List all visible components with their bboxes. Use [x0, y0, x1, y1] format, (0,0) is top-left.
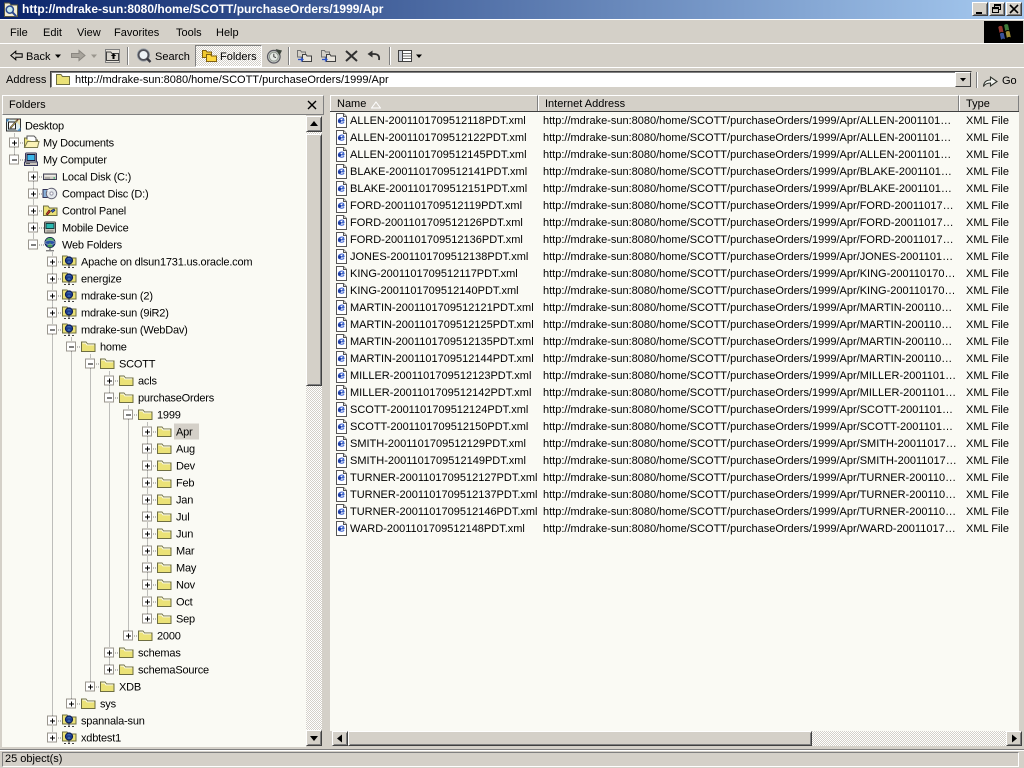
svg-text:Aug: Aug	[176, 444, 195, 456]
svg-text:My Documents: My Documents	[43, 138, 115, 150]
svg-text:Sep: Sep	[176, 614, 195, 626]
svg-text:mdrake-sun (WebDav): mdrake-sun (WebDav)	[81, 325, 188, 337]
svg-text:Mar: Mar	[176, 546, 195, 558]
svg-text:Jul: Jul	[176, 512, 189, 524]
svg-text:Web Folders: Web Folders	[62, 240, 123, 252]
svg-text:Apache on dlsun1731.us.oracle.: Apache on dlsun1731.us.oracle.com	[81, 257, 252, 269]
svg-text:home: home	[100, 342, 127, 354]
svg-text:Jun: Jun	[176, 529, 193, 541]
svg-text:schemaSource: schemaSource	[138, 665, 209, 677]
svg-text:Mobile Device: Mobile Device	[62, 223, 129, 235]
svg-text:1999: 1999	[157, 410, 181, 422]
svg-text:energize: energize	[81, 274, 122, 286]
svg-text:2000: 2000	[157, 631, 181, 643]
svg-text:Compact Disc (D:): Compact Disc (D:)	[62, 189, 148, 201]
svg-text:Desktop: Desktop	[25, 121, 64, 133]
svg-text:Oct: Oct	[176, 597, 193, 609]
svg-text:May: May	[176, 563, 197, 575]
svg-text:mdrake-sun (2): mdrake-sun (2)	[81, 291, 153, 303]
svg-text:SCOTT: SCOTT	[119, 359, 156, 371]
svg-text:Dev: Dev	[176, 461, 196, 473]
svg-text:sys: sys	[100, 699, 117, 711]
svg-text:XDB: XDB	[119, 682, 141, 694]
svg-text:acls: acls	[138, 376, 157, 388]
svg-text:schemas: schemas	[138, 648, 181, 660]
svg-text:spannala-sun: spannala-sun	[81, 716, 145, 728]
svg-text:purchaseOrders: purchaseOrders	[138, 393, 215, 405]
svg-text:Nov: Nov	[176, 580, 196, 592]
svg-text:xdbtest1: xdbtest1	[81, 733, 121, 745]
svg-text:Control Panel: Control Panel	[62, 206, 126, 218]
svg-text:Feb: Feb	[176, 478, 194, 490]
svg-text:Apr: Apr	[176, 427, 193, 439]
svg-text:My Computer: My Computer	[43, 155, 107, 167]
svg-text:mdrake-sun (9iR2): mdrake-sun (9iR2)	[81, 308, 169, 320]
svg-text:Jan: Jan	[176, 495, 193, 507]
svg-text:Local Disk (C:): Local Disk (C:)	[62, 172, 131, 184]
